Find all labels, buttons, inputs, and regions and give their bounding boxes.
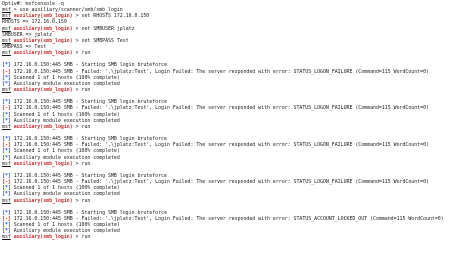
msf-prompt: msf	[2, 234, 11, 241]
msf-prompt: msf	[2, 37, 11, 44]
status-message: 172.16.0.150:445 SMB - Starting SMB logi…	[13, 209, 167, 216]
status-message: 172.16.0.150:445 SMB - Starting SMB logi…	[13, 99, 167, 106]
status-message: Auxiliary module execution completed	[13, 154, 120, 161]
msf-prompt: msf	[2, 123, 11, 130]
info-status-tag: [*]	[2, 74, 11, 81]
output-text: SMBUSER => jplatz	[2, 31, 53, 38]
command-text: > run	[75, 234, 91, 241]
command-text: > run	[75, 123, 91, 130]
msf-prompt: msf	[2, 197, 11, 204]
output-text: Optiv#: msfconsole -q	[2, 1, 64, 7]
status-message: Scanned 1 of 1 hosts (100% complete)	[13, 222, 120, 229]
info-status-tag: [*]	[2, 111, 11, 118]
info-status-tag: [*]	[2, 148, 11, 155]
info-status-tag: [*]	[2, 80, 11, 87]
status-message: 172.16.0.150:445 SMB - Failed: '.\jplatz…	[13, 105, 429, 112]
info-status-tag: [*]	[2, 136, 11, 143]
info-status-tag: [*]	[2, 117, 11, 124]
module-name: auxiliary(smb_login)	[13, 37, 73, 44]
command-text: > set SMBUSER jplatz	[75, 25, 135, 32]
status-message: Auxiliary module execution completed	[13, 117, 120, 124]
status-message: 172.16.0.150:445 SMB - Starting SMB logi…	[13, 136, 167, 143]
status-message: 172.16.0.150:445 SMB - Failed: '.\jplatz…	[13, 215, 444, 222]
output-text: RHOSTS => 172.16.0.150	[2, 19, 67, 26]
info-status-tag: [*]	[2, 62, 11, 69]
status-message: 172.16.0.150:445 SMB - Starting SMB logi…	[13, 172, 167, 179]
terminal-window[interactable]: Optiv#: msfconsole -q msf > use auxiliary…	[0, 0, 474, 276]
info-status-tag: [*]	[2, 191, 11, 198]
error-status-tag: [-]	[2, 179, 11, 186]
msf-prompt: msf	[2, 160, 11, 167]
status-message: Scanned 1 of 1 hosts (100% complete)	[13, 111, 120, 118]
command-line: msf auxiliary(smb_login) > run	[2, 234, 474, 240]
error-status-tag: [-]	[2, 215, 11, 222]
error-status-tag: [-]	[2, 105, 11, 112]
command-text: > set SMBPASS Test	[75, 37, 129, 44]
status-message: Auxiliary module execution completed	[13, 80, 120, 87]
info-status-tag: [*]	[2, 99, 11, 106]
msf-prompt: msf	[2, 50, 11, 57]
module-name: auxiliary(smb_login)	[13, 13, 73, 20]
info-status-tag: [*]	[2, 172, 11, 179]
info-status-tag: [*]	[2, 154, 11, 161]
status-message: 172.16.0.150:445 SMB - Failed: '.\jplatz…	[13, 142, 429, 149]
error-status-tag: [-]	[2, 142, 11, 149]
command-text: > run	[75, 50, 91, 57]
module-name: auxiliary(smb_login)	[13, 25, 73, 32]
info-status-tag: [*]	[2, 185, 11, 192]
module-name: auxiliary(smb_login)	[13, 160, 73, 167]
command-text: > run	[75, 86, 91, 93]
msf-prompt: msf	[2, 13, 11, 20]
command-text: > use auxiliary/scanner/smb/smb_login	[13, 7, 123, 14]
command-text: > set RHOSTS 172.16.0.150	[75, 13, 150, 20]
module-name: auxiliary(smb_login)	[13, 123, 73, 130]
status-message: Scanned 1 of 1 hosts (100% complete)	[13, 74, 120, 81]
status-message: Scanned 1 of 1 hosts (100% complete)	[13, 185, 120, 192]
status-message: Scanned 1 of 1 hosts (100% complete)	[13, 148, 120, 155]
module-name: auxiliary(smb_login)	[13, 234, 73, 241]
status-message: Auxiliary module execution completed	[13, 228, 120, 235]
error-status-tag: [-]	[2, 68, 11, 75]
module-name: auxiliary(smb_login)	[13, 86, 73, 93]
info-status-tag: [*]	[2, 222, 11, 229]
msf-prompt: msf	[2, 86, 11, 93]
module-name: auxiliary(smb_login)	[13, 197, 73, 204]
status-message: 172.16.0.150:445 SMB - Starting SMB logi…	[13, 62, 167, 69]
msf-prompt: msf	[2, 25, 11, 32]
status-message: Auxiliary module execution completed	[13, 191, 120, 198]
command-text: > run	[75, 160, 91, 167]
output-text: SMBPASS => Test	[2, 43, 47, 50]
status-message: 172.16.0.150:445 SMB - Failed: '.\jplatz…	[13, 68, 429, 75]
module-name: auxiliary(smb_login)	[13, 50, 73, 57]
status-message: 172.16.0.150:445 SMB - Failed: '.\jplatz…	[13, 179, 429, 186]
info-status-tag: [*]	[2, 228, 11, 235]
info-status-tag: [*]	[2, 209, 11, 216]
command-text: > run	[75, 197, 91, 204]
msf-prompt: msf	[2, 7, 11, 14]
